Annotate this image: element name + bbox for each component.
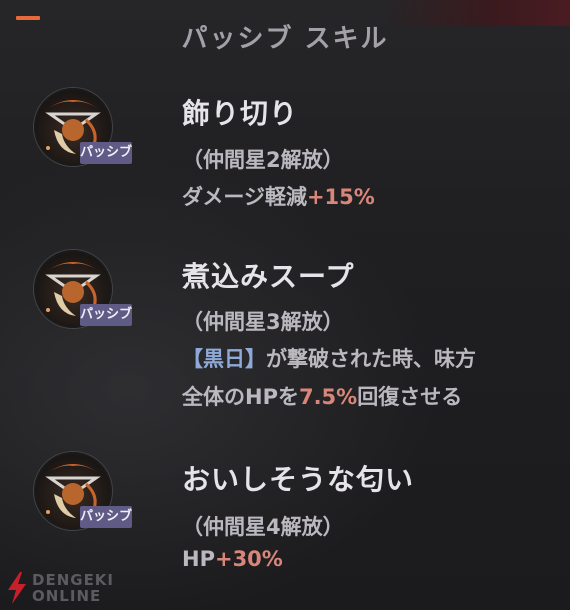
effect-text: 回復させる — [357, 385, 463, 409]
skill-unlock: （仲間星2解放） — [182, 148, 344, 172]
skill-unlock: （仲間星3解放） — [182, 310, 344, 334]
skill-icon: パッシブ — [34, 250, 134, 340]
skill-icon: パッシブ — [34, 452, 134, 542]
skill-effect: HP+30% — [182, 547, 283, 571]
skill-effect: ダメージ軽減+15% — [182, 181, 375, 211]
page-title: パッシブ スキル — [181, 24, 389, 54]
passive-skill-panel: パッシブ スキル パッシブ 飾り切り （仲間星2解放） ダメージ軽減+15% パ… — [0, 0, 570, 610]
lightning-icon — [8, 572, 26, 604]
effect-tag: 【黒日】 — [182, 347, 266, 371]
effect-text: HP — [182, 547, 215, 571]
skill-name: 煮込みスープ — [182, 260, 355, 293]
skill-unlock: （仲間星4解放） — [182, 515, 344, 539]
passive-badge: パッシブ — [80, 506, 132, 528]
effect-text: が撃破された時、味方 — [266, 347, 476, 371]
skill-icon: パッシブ — [34, 88, 134, 178]
skill-effect: 全体のHPを7.5%回復させる — [182, 381, 462, 411]
skill-name: 飾り切り — [182, 97, 299, 130]
skill-name: おいしそうな匂い — [182, 463, 415, 496]
watermark-line1: DENGEKI — [32, 571, 115, 589]
effect-value: +30% — [214, 547, 283, 571]
watermark-line2: ONLINE — [32, 587, 102, 605]
passive-badge: パッシブ — [80, 142, 132, 164]
effect-value: 7.5% — [298, 385, 358, 409]
skill-effect: 【黒日】が撃破された時、味方 — [182, 343, 476, 373]
effect-text: ダメージ軽減 — [182, 185, 307, 209]
effect-value: +15% — [306, 185, 375, 209]
effect-text: 全体のHPを — [182, 385, 299, 409]
watermark: DENGEKI ONLINE — [4, 570, 124, 606]
passive-badge: パッシブ — [80, 304, 132, 326]
